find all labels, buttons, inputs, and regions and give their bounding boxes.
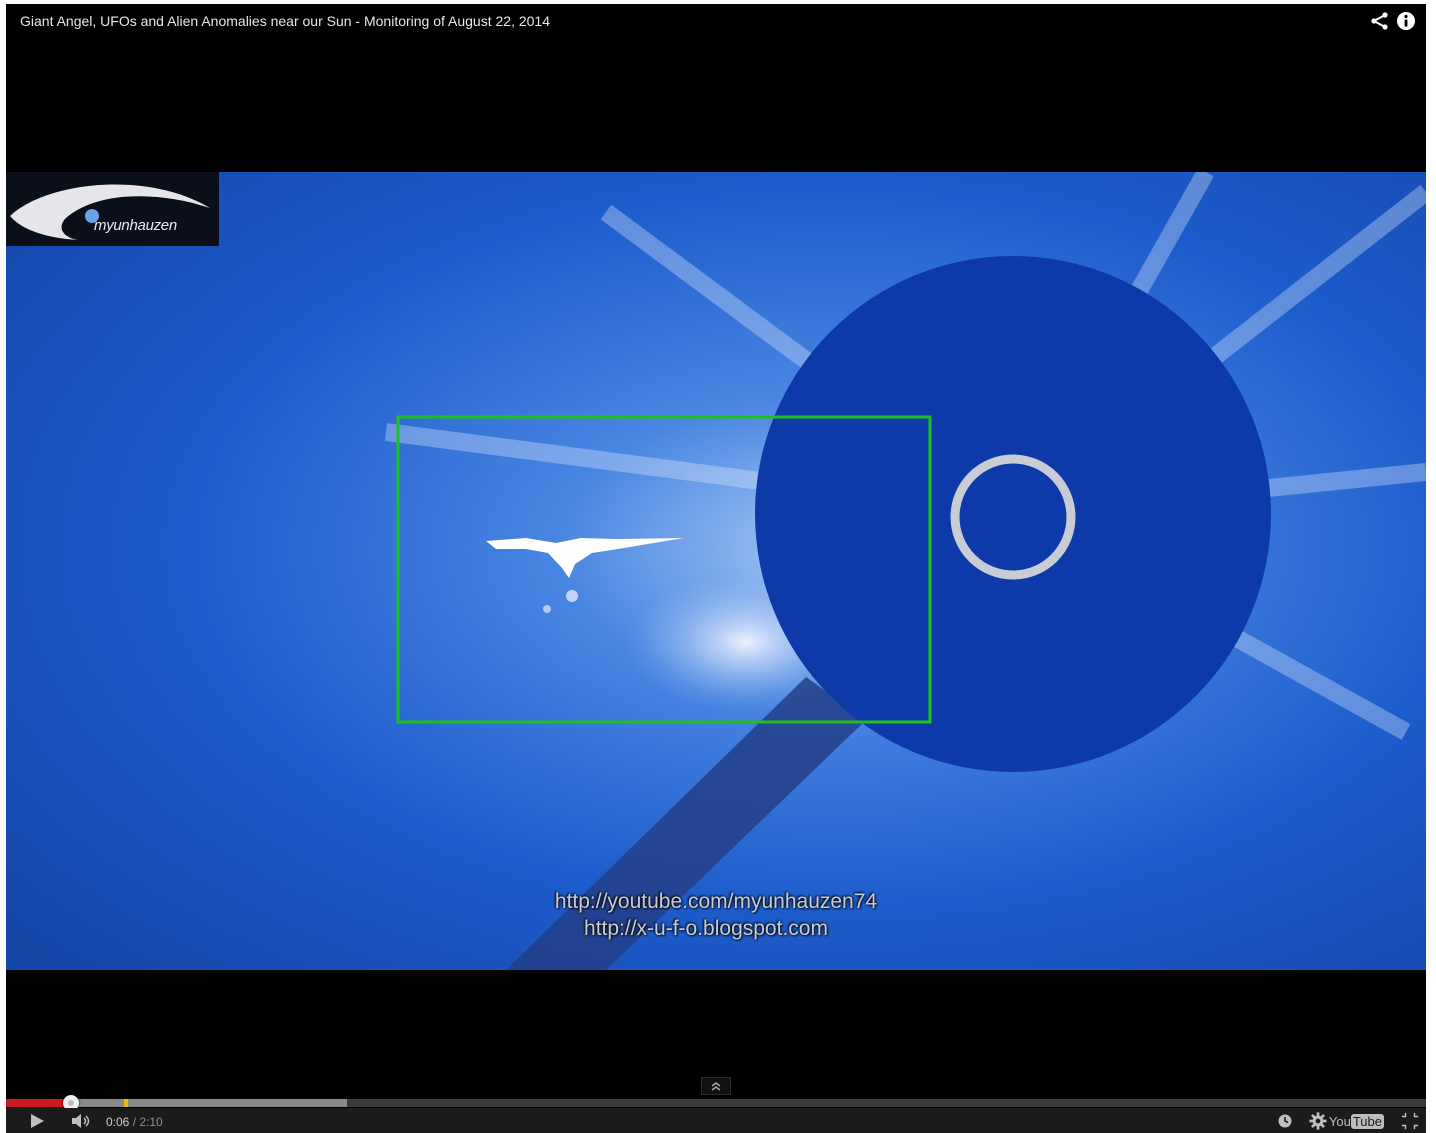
expand-button[interactable] (701, 1077, 731, 1095)
watch-later-icon[interactable] (1276, 1112, 1294, 1130)
logo-text: myunhauzen (94, 217, 177, 234)
coronagraph-image (6, 172, 1426, 970)
video-frame[interactable]: myunhauzen http://youtube.com/myunhauzen… (6, 172, 1426, 970)
progress-bar[interactable] (6, 1099, 1426, 1107)
control-bar: 0:06 / 2:10 You Tube (6, 1108, 1426, 1133)
settings-gear-icon[interactable] (1308, 1112, 1328, 1130)
fullscreen-icon[interactable] (1400, 1112, 1420, 1130)
duration: 2:10 (139, 1115, 163, 1129)
info-icon[interactable] (1396, 11, 1416, 31)
channel-logo: myunhauzen (6, 172, 219, 246)
volume-icon[interactable] (70, 1112, 94, 1130)
youtube-logo[interactable]: You Tube (1329, 1114, 1384, 1129)
time-display: 0:06 / 2:10 (106, 1115, 163, 1129)
current-time: 0:06 (106, 1115, 130, 1129)
ad-marker (124, 1099, 128, 1107)
video-player[interactable]: Giant Angel, UFOs and Alien Anomalies ne… (6, 4, 1426, 1133)
chevron-up-icon (711, 1082, 721, 1091)
youtube-channel-url: http://youtube.com/myunhauzen74 (554, 890, 878, 913)
video-title[interactable]: Giant Angel, UFOs and Alien Anomalies ne… (20, 13, 550, 29)
share-icon[interactable] (1370, 11, 1390, 31)
blog-url: http://x-u-f-o.blogspot.com (584, 917, 828, 940)
progress-played (6, 1099, 72, 1107)
title-bar: Giant Angel, UFOs and Alien Anomalies ne… (6, 4, 1426, 40)
occulting-disk (755, 256, 1271, 772)
play-icon[interactable] (28, 1112, 46, 1130)
